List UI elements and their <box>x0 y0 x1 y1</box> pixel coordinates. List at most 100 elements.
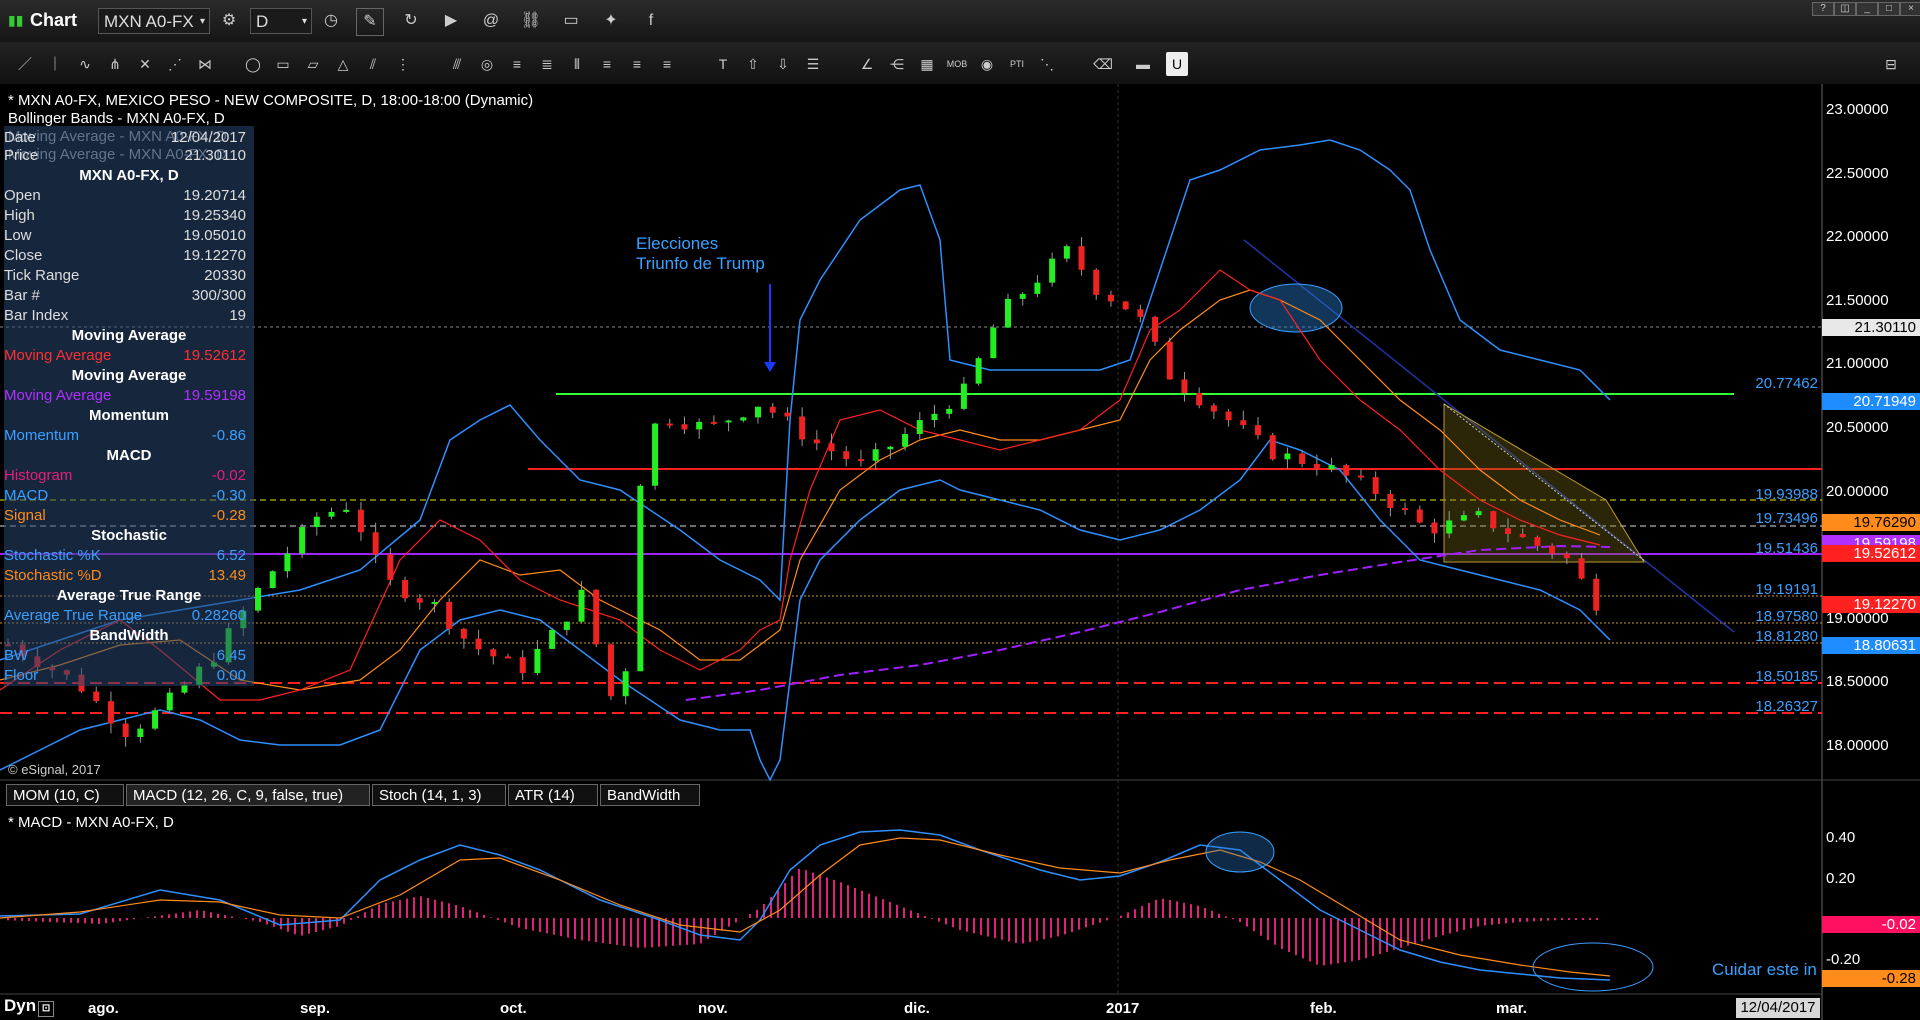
indicator-tab[interactable]: Stoch (14, 1, 3) <box>372 784 506 806</box>
fib-retrace-icon[interactable]: ≡ <box>506 52 528 76</box>
at-icon[interactable]: @ <box>478 8 504 34</box>
dw-value: 19.25340 <box>183 207 246 224</box>
symbol-input[interactable]: MXN A0-FX ▾ <box>98 8 210 34</box>
settings-icon[interactable]: ⚙ <box>216 8 242 34</box>
fan-tool-icon[interactable]: ⋰ <box>164 52 186 76</box>
candle-body <box>1034 282 1041 294</box>
indicator-tab[interactable]: MACD (12, 26, C, 9, false, true) <box>126 784 370 806</box>
indicator-tab[interactable]: ATR (14) <box>508 784 598 806</box>
gann-tool-icon[interactable]: ⋈ <box>194 52 216 76</box>
fib-ext-icon[interactable]: ≣ <box>536 52 558 76</box>
candle-body <box>887 446 894 450</box>
ellipse-icon[interactable]: ◯ <box>242 52 264 76</box>
help-button[interactable]: ? <box>1812 2 1834 16</box>
polyline-icon[interactable]: ∿ <box>74 52 96 76</box>
fib-time-icon[interactable]: ⦀ <box>566 52 588 76</box>
candle-body <box>1210 405 1217 412</box>
dw-value: 21.30110 <box>184 147 246 164</box>
clock-icon[interactable]: ◷ <box>318 8 344 34</box>
dw-value: 19.20714 <box>183 187 246 204</box>
candle-body <box>1549 545 1556 554</box>
parallelogram-icon[interactable]: ▱ <box>302 52 324 76</box>
channel-icon[interactable]: ⫽ <box>362 52 384 76</box>
candle-body <box>857 459 864 462</box>
fib-channel-icon[interactable]: ≡ <box>656 52 678 76</box>
candle-body <box>1049 258 1056 283</box>
title-bar: ▮▮ Chart MXN A0-FX ▾ ⚙ D ▾ ◷ ✎ ↻ ▶ @ ⛓ ▭ ✦… <box>0 0 1920 43</box>
dw-row: Moving Average 19.59198 <box>4 386 254 406</box>
stamp-icon[interactable]: ▬ <box>1132 52 1154 76</box>
refresh-icon[interactable]: ↻ <box>398 8 424 34</box>
interval-input[interactable]: D ▾ <box>250 8 312 34</box>
candle-body <box>710 421 717 424</box>
dyn-box-icon: ⊡ <box>38 1001 55 1017</box>
indicator-tab[interactable]: BandWidth <box>600 784 700 806</box>
eye-tool-icon[interactable]: ◉ <box>976 52 998 76</box>
candle-body <box>1563 553 1570 559</box>
dw-date-row: Date 12/04/2017 <box>4 128 254 148</box>
magnet-icon[interactable]: U <box>1166 52 1188 76</box>
rectangle-icon[interactable]: ▭ <box>272 52 294 76</box>
candle-body <box>1475 511 1482 516</box>
arrow-down-icon[interactable]: ⇩ <box>772 52 794 76</box>
candle-body <box>784 412 791 417</box>
candle-body <box>1078 246 1085 270</box>
dw-section-title: MACD <box>106 447 152 464</box>
price-label: 21.30110 <box>1822 319 1920 336</box>
cross-tool-icon[interactable]: ✕ <box>134 52 156 76</box>
regression-icon[interactable]: ⫻ <box>446 52 468 76</box>
candle-body <box>740 417 747 421</box>
close-button[interactable]: × <box>1900 2 1920 16</box>
minimize-button[interactable]: _ <box>1856 2 1878 16</box>
play-icon[interactable]: ▶ <box>438 8 464 34</box>
line-tool-icon[interactable]: ／ <box>14 52 36 76</box>
horizontal-lines-icon[interactable]: ☰ <box>802 52 824 76</box>
dyn-text: Dyn <box>4 996 37 1015</box>
candle-body <box>916 420 923 435</box>
chevron-down-icon: ▾ <box>199 16 205 27</box>
dyn-label[interactable]: Dyn ⊡ <box>4 996 55 1017</box>
candle-body <box>902 434 909 447</box>
vertical-line-icon[interactable]: ｜ <box>44 52 66 76</box>
expand-button[interactable]: ◫ <box>1834 2 1856 16</box>
wave-tool-icon[interactable]: ⋱ <box>1036 52 1058 76</box>
price-label: 18.50185 <box>1755 668 1818 685</box>
angle-tool-icon[interactable]: ∠ <box>856 52 878 76</box>
candle-body <box>652 423 659 486</box>
mob-tool-icon[interactable]: MOB <box>946 52 968 76</box>
fib-fan-icon[interactable]: ≡ <box>596 52 618 76</box>
chart-canvas[interactable] <box>0 84 1920 1020</box>
chat-icon[interactable]: ▭ <box>558 8 584 34</box>
link-icon[interactable]: ⛓ <box>518 8 544 34</box>
indicator-tab[interactable]: MOM (10, C) <box>6 784 124 806</box>
price-tick: 22.00000 <box>1826 228 1889 246</box>
cycle-icon[interactable]: ⋮ <box>392 52 414 76</box>
arrow-up-icon[interactable]: ⇧ <box>742 52 764 76</box>
target-icon[interactable]: ◎ <box>476 52 498 76</box>
dw-label: Average True Range <box>4 607 143 624</box>
triangle-icon[interactable]: △ <box>332 52 354 76</box>
price-label: 19.93988 <box>1755 486 1818 503</box>
price-label: 19.19191 <box>1755 581 1818 598</box>
dw-row: BW 6.45 <box>4 646 254 666</box>
eraser-icon[interactable]: ⌫ <box>1092 52 1114 76</box>
dw-label: Date <box>4 129 36 146</box>
candle-body <box>872 449 879 461</box>
fib-arc-icon[interactable]: ≡ <box>626 52 648 76</box>
dw-price-row: Price 21.30110 <box>4 146 254 166</box>
facebook-icon[interactable]: f <box>638 8 664 34</box>
twitter-icon[interactable]: ✦ <box>598 8 624 34</box>
toolbar-menu-icon[interactable]: ⊟ <box>1880 52 1902 76</box>
dw-label: Stochastic %K <box>4 547 101 564</box>
pti-tool-icon[interactable]: PTI <box>1006 52 1028 76</box>
text-tool-icon[interactable]: T <box>712 52 734 76</box>
grid-tool-icon[interactable]: ▦ <box>916 52 938 76</box>
maximize-button[interactable]: □ <box>1878 2 1900 16</box>
dw-section-title: Momentum <box>89 407 169 424</box>
dw-label: Moving Average <box>4 347 112 364</box>
chart-app-icon: ▮▮ <box>8 12 24 28</box>
fork-tool-icon[interactable]: ⋔ <box>104 52 126 76</box>
pencil-icon[interactable]: ✎ <box>356 8 384 36</box>
dw-label: Bar # <box>4 287 40 304</box>
pitchfork-icon[interactable]: ⋲ <box>886 52 908 76</box>
